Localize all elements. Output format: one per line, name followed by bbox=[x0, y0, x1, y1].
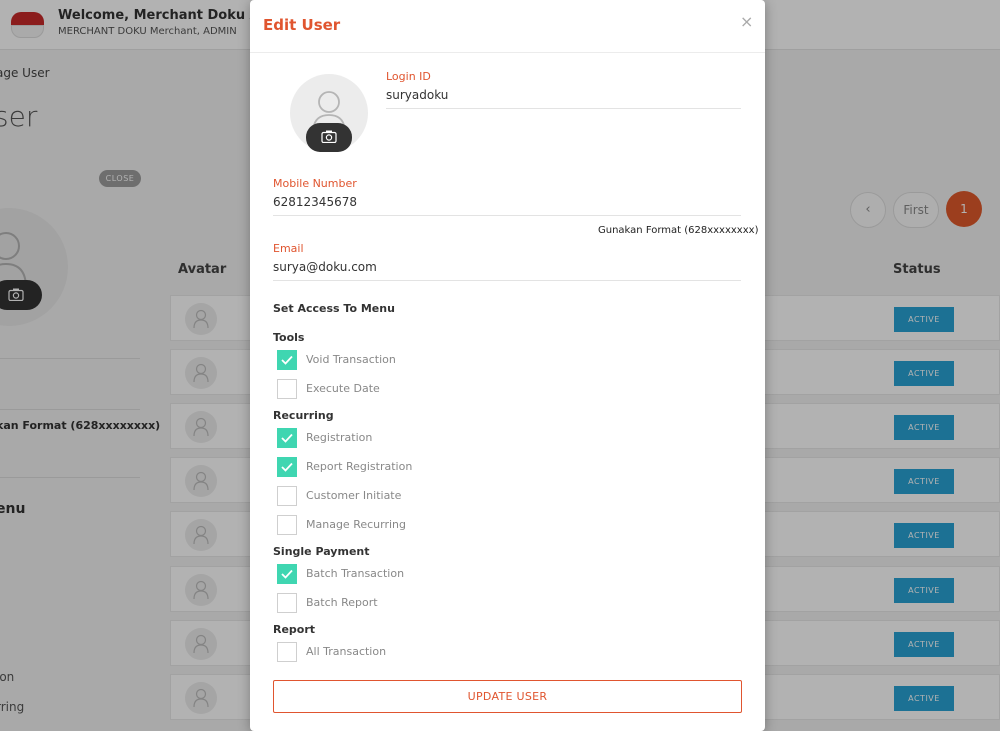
access-checkbox-row[interactable]: Batch Report bbox=[277, 593, 517, 613]
checkbox[interactable] bbox=[277, 486, 297, 506]
checkbox-label: Batch Report bbox=[306, 596, 378, 609]
email-label: Email bbox=[273, 242, 304, 255]
access-checkbox-row[interactable]: Batch Transaction bbox=[277, 564, 517, 584]
access-group-title: Report bbox=[273, 623, 316, 636]
field-underline bbox=[273, 280, 741, 281]
email-field[interactable] bbox=[273, 259, 741, 275]
access-checkbox-row[interactable]: All Transaction bbox=[277, 642, 517, 662]
checkbox-label: Manage Recurring bbox=[306, 518, 406, 531]
update-user-button[interactable]: UPDATE USER bbox=[273, 680, 742, 713]
checkbox[interactable] bbox=[277, 593, 297, 613]
checkbox[interactable] bbox=[277, 642, 297, 662]
checkbox-label: Customer Initiate bbox=[306, 489, 402, 502]
camera-upload-button[interactable] bbox=[306, 123, 352, 152]
checkbox[interactable] bbox=[277, 379, 297, 399]
access-menu-title: Set Access To Menu bbox=[273, 302, 395, 315]
login-id-field[interactable] bbox=[386, 87, 741, 103]
mobile-number-field[interactable] bbox=[273, 194, 741, 210]
check-icon bbox=[281, 462, 293, 472]
check-icon bbox=[281, 433, 293, 443]
login-id-label: Login ID bbox=[386, 70, 431, 83]
access-checkbox-row[interactable]: Manage Recurring bbox=[277, 515, 517, 535]
access-checkbox-row[interactable]: Void Transaction bbox=[277, 350, 517, 370]
mobile-number-label: Mobile Number bbox=[273, 177, 357, 190]
checkbox[interactable] bbox=[277, 428, 297, 448]
access-group-title: Recurring bbox=[273, 409, 334, 422]
access-checkbox-row[interactable]: Execute Date bbox=[277, 379, 517, 399]
modal-title: Edit User bbox=[263, 16, 341, 34]
camera-icon bbox=[321, 130, 337, 143]
close-icon[interactable]: × bbox=[740, 12, 753, 31]
field-underline bbox=[386, 108, 741, 109]
access-group-title: Tools bbox=[273, 331, 305, 344]
checkbox[interactable] bbox=[277, 457, 297, 477]
checkbox[interactable] bbox=[277, 564, 297, 584]
edit-user-modal: Edit User × Login ID Mobile Number Gunak… bbox=[250, 0, 765, 731]
checkbox-label: Registration bbox=[306, 431, 373, 444]
access-checkbox-row[interactable]: Registration bbox=[277, 428, 517, 448]
checkbox[interactable] bbox=[277, 515, 297, 535]
checkbox[interactable] bbox=[277, 350, 297, 370]
checkbox-label: Batch Transaction bbox=[306, 567, 405, 580]
mobile-format-hint: Gunakan Format (628xxxxxxxx) bbox=[598, 225, 759, 236]
checkbox-label: Report Registration bbox=[306, 460, 413, 473]
checkbox-label: Execute Date bbox=[306, 382, 380, 395]
access-group-title: Single Payment bbox=[273, 545, 370, 558]
checkbox-label: All Transaction bbox=[306, 645, 387, 658]
modal-header: Edit User × bbox=[250, 0, 765, 53]
access-checkbox-row[interactable]: Report Registration bbox=[277, 457, 517, 477]
access-checkbox-row[interactable]: Customer Initiate bbox=[277, 486, 517, 506]
field-underline bbox=[273, 215, 741, 216]
check-icon bbox=[281, 569, 293, 579]
checkbox-label: Void Transaction bbox=[306, 353, 396, 366]
check-icon bbox=[281, 355, 293, 365]
